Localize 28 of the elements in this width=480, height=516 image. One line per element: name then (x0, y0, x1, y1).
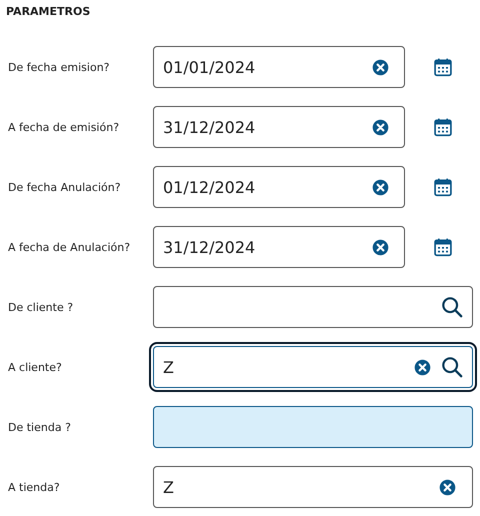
calendar-icon[interactable] (433, 57, 453, 77)
field-label: A fecha de Anulación? (7, 240, 132, 254)
field-label: De fecha emision? (7, 60, 110, 74)
clear-icon[interactable] (372, 178, 389, 196)
field-label: A cliente? (7, 360, 63, 374)
search-icon[interactable] (441, 296, 463, 318)
clear-icon[interactable] (372, 58, 389, 76)
clear-icon[interactable] (372, 238, 389, 256)
calendar-icon[interactable] (433, 117, 453, 137)
input-field[interactable] (153, 406, 473, 448)
date-field[interactable]: 31/12/2024 (153, 106, 405, 148)
clear-icon[interactable] (414, 358, 431, 376)
search-icon[interactable] (441, 356, 463, 378)
calendar-icon[interactable] (433, 177, 453, 197)
field-label: De tienda ? (7, 420, 72, 434)
date-field[interactable]: 01/01/2024 (153, 46, 405, 88)
section-title: PARAMETROS (6, 5, 92, 19)
field-label: De cliente ? (7, 300, 74, 314)
clear-icon[interactable] (372, 118, 389, 136)
input-field[interactable] (153, 286, 473, 328)
date-field[interactable]: 31/12/2024 (153, 226, 405, 268)
field-label: De fecha Anulación? (7, 180, 122, 194)
field-label: A fecha de emisión? (7, 120, 120, 134)
field-label: A tienda? (7, 480, 61, 494)
input-field[interactable]: Z (153, 466, 473, 508)
date-field[interactable]: 01/12/2024 (153, 166, 405, 208)
clear-icon[interactable] (439, 478, 456, 496)
calendar-icon[interactable] (433, 237, 453, 257)
